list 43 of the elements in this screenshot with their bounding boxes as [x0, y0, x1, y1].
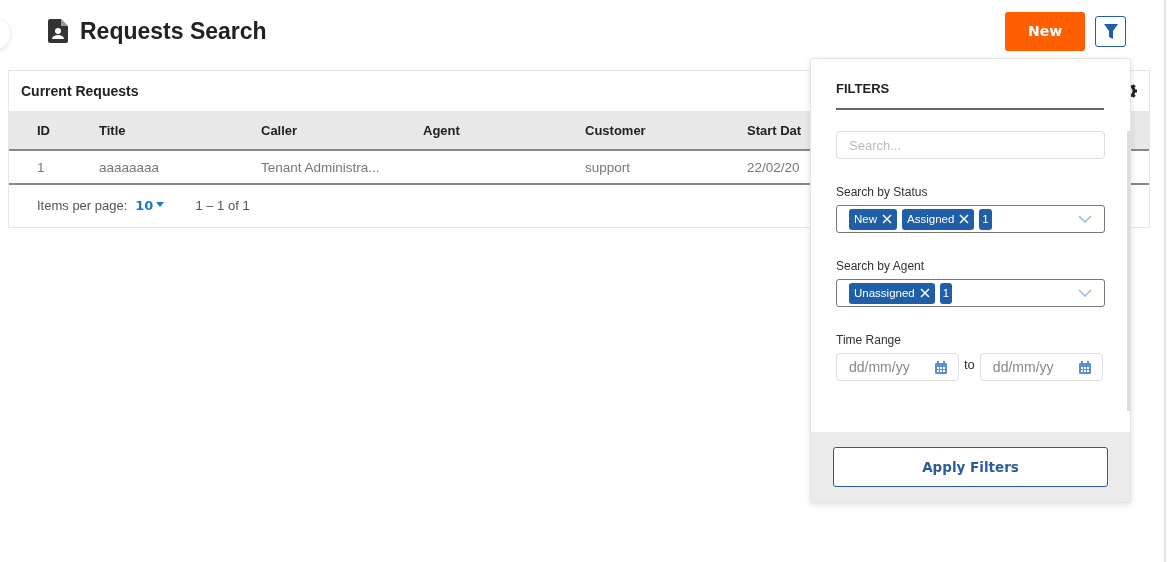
column-header[interactable]: Start Dat	[747, 122, 802, 138]
table-cell-text: Tenant Administra...	[261, 159, 381, 175]
multi-select[interactable]: Unassigned 1	[836, 279, 1105, 307]
apply-filters-button[interactable]: Apply Filters	[833, 447, 1108, 487]
filter-chip: New	[849, 208, 897, 230]
filter-chip: Assigned	[902, 208, 975, 230]
column-header[interactable]: Customer	[585, 122, 747, 138]
card-title: Current Requests	[21, 83, 139, 99]
table-cell-text: 1	[37, 159, 46, 175]
column-header[interactable]: Title	[99, 122, 261, 138]
column-header[interactable]: Agent	[423, 122, 585, 138]
date-field[interactable]: dd/mm/yy	[979, 353, 1103, 381]
page-range: 1 – 1 of 1	[195, 197, 250, 213]
table-cell-text: support	[585, 159, 632, 175]
table-cell-text: aaaaaaaa	[99, 159, 161, 175]
field-label: Search by Status	[836, 185, 929, 199]
field-label: Time Range	[836, 333, 902, 347]
close-icon[interactable]	[919, 288, 930, 298]
document-user-icon	[48, 19, 68, 43]
count-badge: 1	[979, 208, 992, 230]
chevron-icon	[1078, 215, 1092, 223]
field-label: Search by Agent	[836, 259, 926, 273]
filter-chip: Unassigned	[849, 282, 935, 304]
items-per-page-label: Items per page:	[37, 197, 128, 213]
page-size-select[interactable]: 10	[135, 197, 166, 213]
calendar-icon[interactable]	[1078, 360, 1091, 374]
filter-button[interactable]	[1095, 15, 1126, 47]
count-badge: 1	[939, 282, 953, 304]
page-title: Requests Search	[80, 17, 268, 45]
caret-icon	[155, 202, 166, 208]
close-icon[interactable]	[959, 214, 970, 224]
table-cell: 22/02/20	[747, 159, 800, 175]
panel-title: FILTERS	[836, 81, 1104, 110]
close-icon[interactable]	[882, 214, 892, 224]
calendar-icon[interactable]	[935, 360, 947, 374]
column-header[interactable]: ID	[37, 122, 99, 138]
range-separator: to	[964, 356, 975, 372]
column-header[interactable]: Caller	[261, 122, 423, 138]
multi-select[interactable]: New Assigned 1	[836, 205, 1105, 233]
date-field[interactable]: dd/mm/yy	[836, 353, 959, 381]
search-field[interactable]: Search...	[836, 131, 1105, 159]
chevron-icon	[1078, 289, 1092, 297]
filter-icon	[1103, 23, 1118, 39]
